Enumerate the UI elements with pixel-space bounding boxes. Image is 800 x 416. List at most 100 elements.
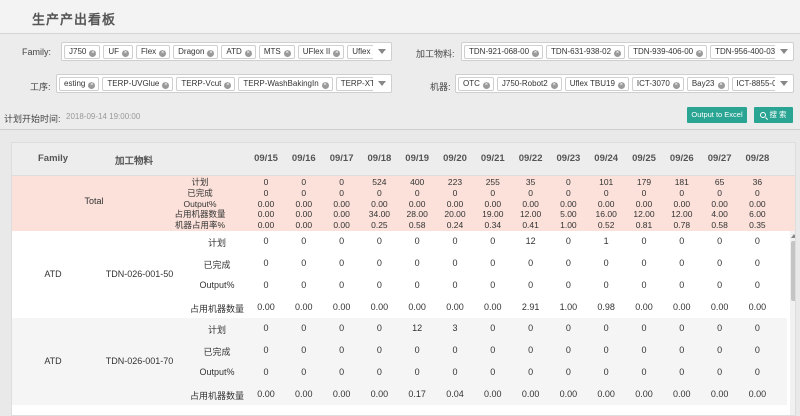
- total-section: Total 计划 0 0 0 524 400 223 255 35 0 101 179 181 65 36 已…: [12, 176, 795, 231]
- remove-tag-icon[interactable]: ×: [333, 50, 341, 57]
- table-cell: 0: [376, 258, 382, 268]
- remove-tag-icon[interactable]: ×: [244, 50, 252, 57]
- filter-tag[interactable]: TERP-WashBakingIn ×: [238, 77, 333, 91]
- table-cell: 0: [452, 280, 458, 290]
- table-cell: 20.00: [444, 209, 466, 220]
- family-label: Family:: [22, 47, 51, 57]
- filter-tag-label: MTS: [263, 47, 281, 56]
- chevron-down-icon[interactable]: [378, 49, 386, 54]
- family-select[interactable]: J750 × UF × Flex × Dragon × ATD × MTS × UFlex II × Ufl…: [61, 42, 392, 61]
- table-cell: 0: [376, 345, 382, 355]
- remove-tag-icon[interactable]: ×: [162, 82, 170, 89]
- table-cell: 34.00: [368, 209, 391, 220]
- start-time-value[interactable]: 2018-09-14 19:00:00: [66, 112, 140, 121]
- remove-tag-icon[interactable]: ×: [617, 82, 625, 89]
- filter-tag[interactable]: Uflex TBU19 ×: [564, 77, 629, 91]
- table-cell: 6.00: [749, 209, 766, 220]
- vertical-scrollbar[interactable]: [790, 231, 795, 415]
- filter-tag[interactable]: J750 ×: [64, 45, 101, 59]
- remove-tag-icon[interactable]: ×: [283, 50, 291, 57]
- process-select[interactable]: esting × TERP-UVGlue × TERP-Vcut × TERP-WashBa…: [56, 74, 392, 93]
- filter-tag[interactable]: TERP-UVGlue ×: [102, 77, 174, 91]
- remove-tag-icon[interactable]: ×: [224, 82, 232, 89]
- remove-tag-icon[interactable]: ×: [159, 50, 167, 57]
- filter-tag-label: OTC: [463, 79, 480, 88]
- remove-tag-icon[interactable]: ×: [207, 50, 215, 57]
- filter-tag[interactable]: ATD ×: [221, 45, 256, 59]
- metric-label: 已完成: [187, 187, 213, 198]
- search-button[interactable]: 搜 索: [754, 107, 793, 123]
- metric-label: 占用机器数量: [189, 304, 244, 314]
- scrollbar-thumb[interactable]: [791, 241, 795, 301]
- table-cell: 0.00: [332, 302, 351, 312]
- remove-tag-icon[interactable]: ×: [532, 50, 540, 57]
- column-header-family: Family: [38, 153, 69, 164]
- column-header-date: 09/28: [745, 153, 770, 164]
- filter-tag[interactable]: MTS ×: [258, 45, 295, 59]
- filter-tag[interactable]: Uflex×: [347, 45, 373, 59]
- start-time-label: 计划开始时间:: [4, 114, 61, 124]
- table-cell: 0.58: [408, 220, 426, 231]
- chevron-down-icon[interactable]: [378, 81, 386, 86]
- filter-tag[interactable]: Flex ×: [136, 45, 171, 59]
- filter-tag[interactable]: UF ×: [103, 45, 134, 59]
- remove-tag-icon[interactable]: ×: [614, 50, 622, 57]
- table-cell: 0: [490, 367, 496, 377]
- material-select[interactable]: TDN-921-068-00 × TDN-631-938-02 × TDN-939-40…: [461, 42, 794, 61]
- export-excel-button[interactable]: Output to Excel: [687, 107, 747, 123]
- table-cell: 0: [717, 323, 723, 333]
- filter-tag[interactable]: TDN-631-938-02 ×: [546, 45, 626, 59]
- filter-tag[interactable]: Bay23 ×: [686, 77, 729, 91]
- remove-tag-icon[interactable]: ×: [89, 50, 97, 57]
- filter-tag-label: J750: [69, 47, 87, 56]
- filter-tag-label: ATD: [226, 47, 242, 56]
- machine-select[interactable]: OTC × J750-Robot2 × Uflex TBU19 × ICT-3070 × Bay…: [455, 74, 794, 93]
- filter-tag[interactable]: TDN-921-068-00 ×: [464, 45, 544, 59]
- filter-tag[interactable]: TERP-XTEK×: [335, 77, 373, 91]
- filter-tag[interactable]: ICT-3070 ×: [631, 77, 684, 91]
- table-cell: 0: [377, 187, 382, 198]
- remove-tag-icon[interactable]: ×: [550, 82, 558, 89]
- filter-tag[interactable]: OTC ×: [458, 77, 494, 91]
- filter-tag[interactable]: TDN-956-400-03×: [710, 45, 775, 59]
- group-left-column: ATD TDN-026-001-70: [12, 318, 184, 405]
- filter-tag[interactable]: Dragon ×: [173, 45, 219, 59]
- table-cell: 12.00: [633, 209, 655, 220]
- filter-tag[interactable]: esting ×: [59, 77, 100, 91]
- remove-tag-icon[interactable]: ×: [321, 82, 329, 89]
- filter-tag[interactable]: ICT-8855-036×: [731, 77, 775, 91]
- filter-tag[interactable]: TERP-Vcut ×: [176, 77, 236, 91]
- table-cell: 0: [755, 187, 760, 198]
- remove-tag-icon[interactable]: ×: [672, 82, 680, 89]
- table-cell: 0.34: [484, 220, 502, 231]
- table-cell: 0.00: [333, 209, 350, 220]
- table-cell: 0: [603, 345, 609, 355]
- table-cell: 0.00: [408, 198, 426, 209]
- table-cell: 36: [752, 177, 763, 187]
- scroll-up-arrow-icon[interactable]: [791, 234, 795, 238]
- table-cell: 0: [603, 258, 609, 268]
- table-cell: 0.00: [295, 220, 313, 231]
- remove-tag-icon[interactable]: ×: [482, 82, 490, 89]
- table-cell: 0: [717, 236, 723, 246]
- column-header-date: 09/25: [632, 153, 656, 164]
- column-header-date: 09/18: [367, 153, 392, 164]
- filter-tag[interactable]: UFlex II ×: [297, 45, 345, 59]
- filter-tag[interactable]: TDN-939-406-00 ×: [628, 45, 708, 59]
- table-cell: 0: [754, 236, 760, 246]
- remove-tag-icon[interactable]: ×: [88, 82, 96, 89]
- table-cell: 0: [301, 177, 307, 187]
- chevron-down-icon[interactable]: [780, 49, 788, 54]
- filter-tag-label: Uflex TBU19: [569, 79, 615, 88]
- table-cell: 0: [603, 187, 609, 198]
- table-cell: 0.17: [408, 389, 426, 399]
- metric-label: 占用机器数量: [189, 391, 244, 401]
- remove-tag-icon[interactable]: ×: [122, 50, 130, 57]
- material-tags: TDN-921-068-00 × TDN-631-938-02 × TDN-939-40…: [464, 45, 775, 60]
- filter-tag[interactable]: J750-Robot2 ×: [496, 77, 562, 91]
- remove-tag-icon[interactable]: ×: [717, 82, 725, 89]
- table-cell: 0: [339, 345, 345, 355]
- table-cell: 0.00: [673, 302, 691, 312]
- chevron-down-icon[interactable]: [780, 81, 788, 86]
- remove-tag-icon[interactable]: ×: [696, 50, 704, 57]
